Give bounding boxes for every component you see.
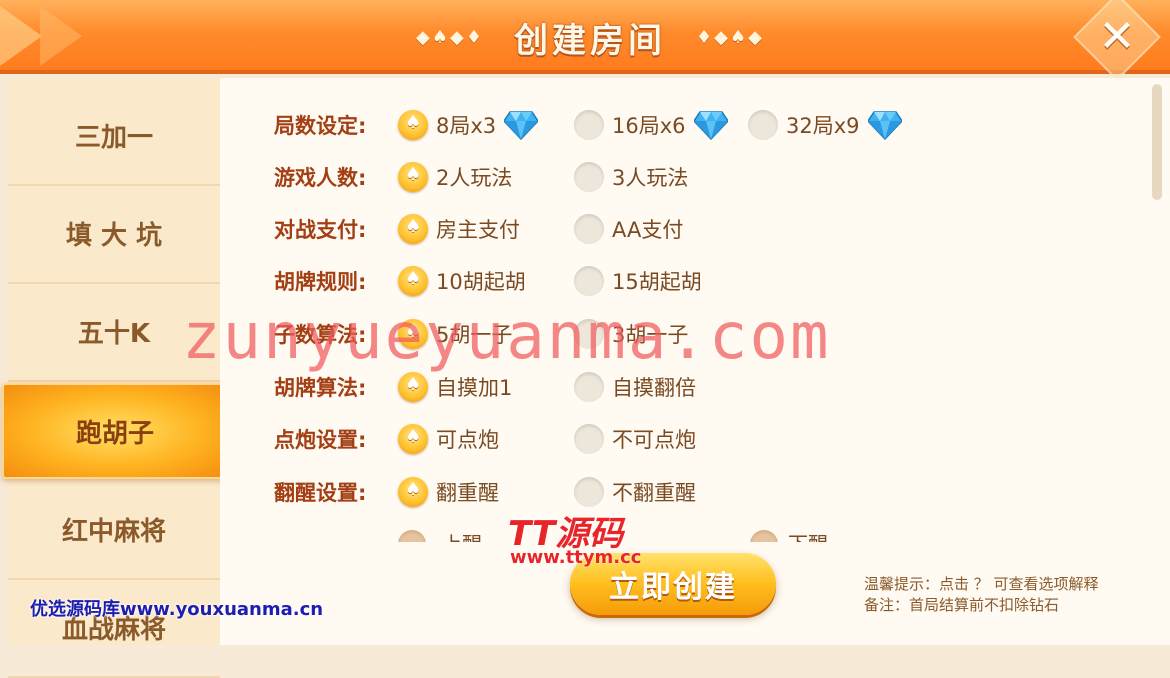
option-label: 不翻重醒: [612, 481, 696, 505]
radio-unchecked-icon[interactable]: [574, 424, 604, 454]
partial-row: 上醒 下醒: [398, 530, 868, 542]
option-label: 不可点炮: [612, 428, 696, 452]
sidebar-item[interactable]: 血战麻将: [8, 578, 220, 678]
radio-option[interactable]: 不翻重醒: [574, 476, 696, 508]
option-label: 翻重醒: [436, 481, 499, 505]
option-label: 16局x6: [612, 114, 686, 138]
setting-row: 局数设定: 8局x3 16局x6 32局x9: [274, 105, 1034, 145]
decor-arrow: [40, 6, 82, 66]
option-label: 2人玩法: [436, 166, 513, 190]
watermark-text: zunyueyuanma.com: [182, 300, 831, 374]
setting-row: 翻醒设置: 翻重醒 不翻重醒: [274, 472, 1034, 512]
option-label: 上醒: [442, 530, 482, 542]
radio-checked-icon[interactable]: [398, 214, 428, 244]
sidebar-item-label: 五十K: [77, 318, 151, 349]
page-title: 创建房间: [514, 20, 666, 61]
close-icon: ✕: [1098, 11, 1136, 62]
radio-option[interactable]: 2人玩法: [398, 161, 512, 193]
radio-unchecked-icon[interactable]: [574, 266, 604, 296]
radio-checked-icon[interactable]: [398, 162, 428, 192]
radio-checked-icon[interactable]: [398, 477, 428, 507]
option-label: 下醒: [788, 530, 828, 542]
option-label: 10胡起胡: [436, 270, 526, 294]
radio-option[interactable]: AA支付: [574, 213, 683, 245]
tips-note-line: 备注：首局结算前不扣除钻石: [864, 596, 1060, 614]
sidebar-item[interactable]: 填 大 坑: [8, 184, 220, 284]
radio-option[interactable]: 32局x9: [748, 109, 903, 141]
radio-option[interactable]: 3人玩法: [574, 161, 688, 193]
setting-row: 对战支付: 房主支付 AA支付: [274, 209, 1034, 249]
title-wrap: ◆♠◆♦ 创建房间 ♦◆♠◆: [380, 10, 800, 64]
sidebar-item-label: 三加一: [74, 122, 153, 153]
watermark-url: www.ttym.cc: [510, 547, 642, 568]
radio-unchecked-icon[interactable]: [574, 110, 604, 140]
setting-row: 游戏人数: 2人玩法 3人玩法: [274, 157, 1034, 197]
sidebar-item-label: 填 大 坑: [65, 220, 163, 251]
diamond-gem-icon: [503, 110, 540, 141]
option-label: 3人玩法: [612, 166, 689, 190]
radio-unchecked-icon[interactable]: [748, 110, 778, 140]
setting-label: 游戏人数:: [274, 166, 367, 190]
setting-label: 翻醒设置:: [274, 481, 367, 505]
setting-label: 胡牌规则:: [274, 270, 367, 294]
sidebar-item-label: 跑胡子: [75, 418, 154, 449]
option-label: 自摸加1: [436, 376, 513, 400]
radio-unchecked-icon[interactable]: [574, 162, 604, 192]
radio-partial-right[interactable]: [750, 530, 778, 542]
diamond-gem-icon: [692, 110, 729, 141]
diamond-gem-icon: [866, 110, 903, 141]
setting-label: 胡牌算法:: [274, 376, 367, 400]
setting-row: 胡牌规则: 10胡起胡 15胡起胡: [274, 261, 1034, 301]
option-label: 8局x3: [436, 114, 497, 138]
radio-option[interactable]: 8局x3: [398, 109, 540, 141]
radio-option[interactable]: 自摸加1: [398, 371, 512, 403]
radio-unchecked-icon[interactable]: [574, 214, 604, 244]
option-label: 可点炮: [436, 428, 499, 452]
setting-label: 对战支付:: [274, 218, 367, 242]
suits-decor-left: ◆♠◆♦: [416, 26, 484, 48]
radio-checked-icon[interactable]: [398, 424, 428, 454]
setting-label: 点炮设置:: [274, 428, 367, 452]
radio-option[interactable]: 16局x6: [574, 109, 729, 141]
radio-unchecked-icon[interactable]: [574, 372, 604, 402]
radio-option[interactable]: 15胡起胡: [574, 265, 702, 297]
radio-checked-icon[interactable]: [398, 372, 428, 402]
option-label: AA支付: [612, 218, 684, 242]
sidebar-item[interactable]: 三加一: [8, 86, 220, 186]
radio-option[interactable]: 不可点炮: [574, 423, 696, 455]
suits-decor-right: ♦◆♠◆: [696, 26, 764, 48]
radio-option[interactable]: 自摸翻倍: [574, 371, 696, 403]
option-label: 15胡起胡: [612, 270, 702, 294]
option-label: 32局x9: [786, 114, 860, 138]
decor-arrow: [0, 6, 42, 66]
sidebar-item-label: 红中麻将: [61, 516, 166, 547]
tips-line: 温馨提示：点击 ？ 可查看选项解释: [864, 575, 1099, 593]
option-label: 房主支付: [436, 218, 520, 242]
radio-checked-icon[interactable]: [398, 110, 428, 140]
sidebar-item[interactable]: 跑胡子: [2, 383, 228, 479]
radio-checked-icon[interactable]: [398, 266, 428, 296]
radio-partial-left[interactable]: [398, 530, 426, 542]
scrollbar[interactable]: [1152, 84, 1162, 200]
radio-option[interactable]: 翻重醒: [398, 476, 499, 508]
setting-row: 点炮设置: 可点炮 不可点炮: [274, 419, 1034, 459]
option-label: 自摸翻倍: [612, 376, 696, 400]
tips: 温馨提示：点击 ？ 可查看选项解释 备注：首局结算前不扣除钻石: [864, 574, 1164, 616]
setting-label: 局数设定:: [274, 114, 367, 138]
radio-option[interactable]: 可点炮: [398, 423, 499, 455]
sidebar-item[interactable]: 红中麻将: [8, 480, 220, 580]
radio-option[interactable]: 房主支付: [398, 213, 520, 245]
radio-option[interactable]: 10胡起胡: [398, 265, 526, 297]
close-button[interactable]: ✕: [1064, 0, 1170, 81]
watermark-bottom: 优选源码库www.youxuanma.cn: [30, 599, 324, 620]
radio-unchecked-icon[interactable]: [574, 477, 604, 507]
title-bar: ◆♠◆♦ 创建房间 ♦◆♠◆ ✕: [0, 0, 1170, 81]
